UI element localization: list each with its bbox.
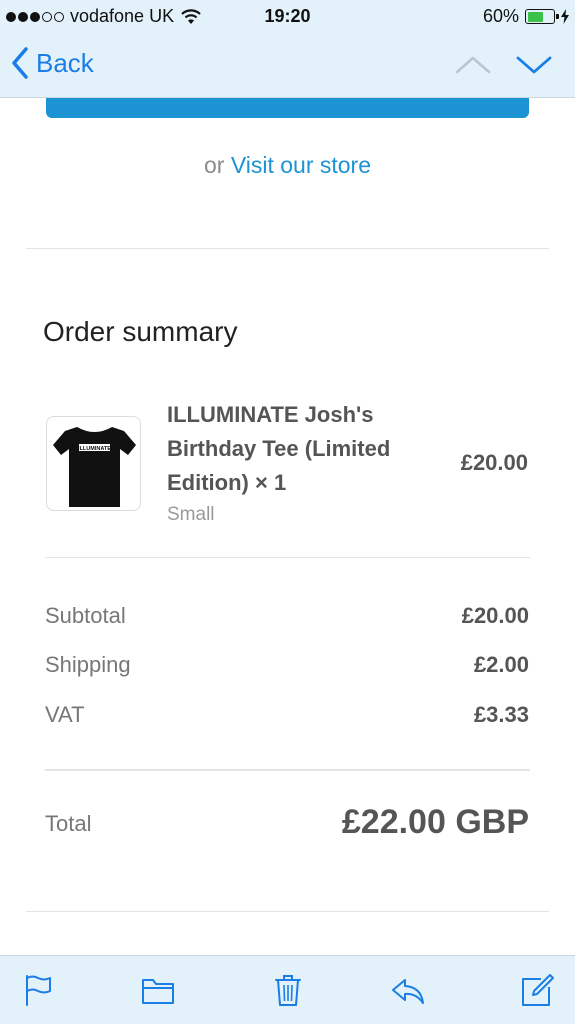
chevron-left-icon: [12, 47, 28, 79]
shirt-print-text: ILLUMINATE: [78, 446, 111, 452]
visit-store-line: or Visit our store: [0, 152, 575, 179]
nav-bar: Back: [0, 34, 575, 98]
product-price: £20.00: [460, 450, 528, 475]
shipping-value: £2.00: [473, 652, 529, 677]
back-button[interactable]: Back: [10, 46, 94, 80]
status-right: 60%: [483, 6, 569, 27]
chevron-up-icon[interactable]: [453, 50, 493, 80]
visit-prefix: or: [203, 152, 225, 178]
store-button[interactable]: [46, 98, 529, 118]
mail-toolbar: [0, 955, 575, 1024]
total-label: Total: [45, 811, 92, 836]
reply-icon[interactable]: [390, 972, 426, 1008]
battery-percent: 60%: [482, 6, 519, 26]
subtotal-label: Subtotal: [45, 603, 126, 628]
compose-icon[interactable]: [519, 972, 555, 1008]
trash-icon[interactable]: [270, 972, 306, 1008]
divider: [26, 911, 549, 912]
tshirt-image: ILLUMINATE: [53, 427, 136, 507]
order-summary-title: Order summary: [43, 316, 238, 347]
battery-icon: [525, 9, 559, 24]
folder-icon[interactable]: [140, 972, 176, 1008]
product-variant: Small: [167, 504, 215, 525]
divider: [45, 769, 530, 771]
battery-fill: [527, 11, 543, 22]
chevron-down-icon[interactable]: [514, 50, 554, 80]
status-bar: vodafone UK 19:20 60%: [0, 0, 575, 34]
divider: [26, 248, 549, 249]
vat-value: £3.33: [473, 702, 529, 727]
charging-bolt-icon: [561, 9, 569, 24]
shipping-label: Shipping: [45, 652, 131, 677]
product-name: ILLUMINATE Josh's Birthday Tee (Limited …: [167, 402, 391, 495]
vat-label: VAT: [45, 702, 85, 727]
flag-icon[interactable]: [20, 972, 56, 1008]
visit-store-link[interactable]: Visit our store: [231, 152, 371, 178]
divider: [45, 557, 530, 558]
total-value: £22.00 GBP: [341, 803, 529, 841]
back-label: Back: [36, 47, 94, 78]
subtotal-value: £20.00: [461, 603, 529, 628]
product-thumbnail[interactable]: ILLUMINATE: [46, 416, 141, 511]
